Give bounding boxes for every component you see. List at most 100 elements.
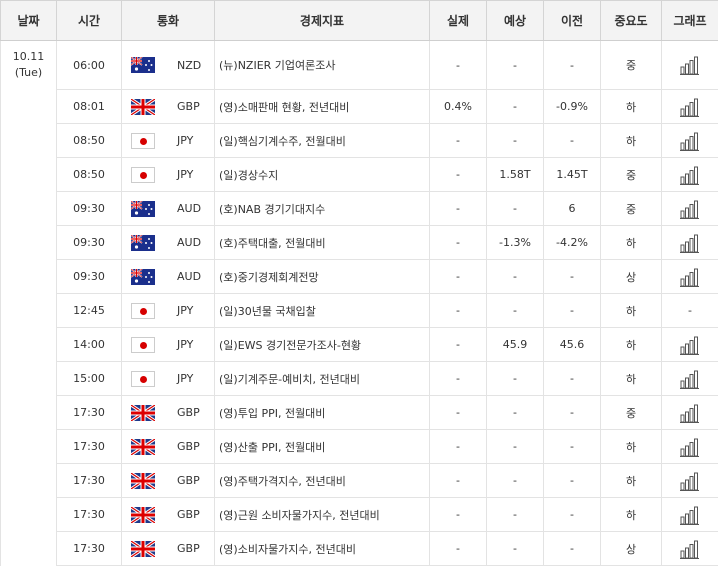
date-day: 10.11 [1,49,56,65]
table-row[interactable]: 09:30AUD(호)NAB 경기기대지수--6중 [1,192,718,226]
graph-cell[interactable] [662,192,718,226]
bar-chart-icon[interactable] [680,505,700,525]
uk-flag-icon [131,541,155,557]
table-row[interactable]: 15:00JPY(일)기계주문-예비치, 전년대비---하 [1,362,718,396]
table-row[interactable]: 09:30AUD(호)중기경제회계전망---상 [1,260,718,294]
col-header-importance[interactable]: 중요도 [601,1,662,41]
actual-cell: - [430,41,487,90]
previous-cell: - [544,498,601,532]
japan-flag-icon [131,337,155,353]
bar-chart-icon[interactable] [680,369,700,389]
actual-cell: - [430,260,487,294]
time-cell: 08:50 [57,124,122,158]
previous-cell: - [544,430,601,464]
indicator-cell[interactable]: (영)산출 PPI, 전월대비 [215,430,430,464]
currency-wrap: JPY [122,124,214,157]
uk-flag-icon [131,473,155,489]
importance-cell: 하 [601,124,662,158]
graph-cell[interactable] [662,498,718,532]
bar-chart-icon[interactable] [680,539,700,559]
graph-cell[interactable] [662,124,718,158]
japan-flag-icon [131,133,155,149]
importance-cell: 중 [601,396,662,430]
table-row[interactable]: 09:30AUD(호)주택대출, 전월대비--1.3%-4.2%하 [1,226,718,260]
currency-cell: JPY [122,328,215,362]
currency-cell: GBP [122,90,215,124]
indicator-cell[interactable]: (영)근원 소비자물가지수, 전년대비 [215,498,430,532]
graph-cell[interactable] [662,396,718,430]
bar-chart-icon[interactable] [680,471,700,491]
graph-cell[interactable] [662,464,718,498]
indicator-cell[interactable]: (뉴)NZIER 기업여론조사 [215,41,430,90]
bar-chart-icon[interactable] [680,165,700,185]
bar-chart-icon[interactable] [680,233,700,253]
indicator-cell[interactable]: (호)중기경제회계전망 [215,260,430,294]
table-row[interactable]: 08:50JPY(일)경상수지-1.58T1.45T중 [1,158,718,192]
table-row[interactable]: 17:30GBP(영)주택가격지수, 전년대비---하 [1,464,718,498]
actual-cell: - [430,124,487,158]
bar-chart-icon[interactable] [680,131,700,151]
importance-cell: 하 [601,464,662,498]
bar-chart-icon[interactable] [680,335,700,355]
time-cell: 08:01 [57,90,122,124]
bar-chart-icon[interactable] [680,55,700,75]
currency-wrap: JPY [122,328,214,361]
importance-cell: 중 [601,41,662,90]
indicator-cell[interactable]: (일)기계주문-예비치, 전년대비 [215,362,430,396]
indicator-cell[interactable]: (일)핵심기계수주, 전월대비 [215,124,430,158]
indicator-cell[interactable]: (일)EWS 경기전문가조사-현황 [215,328,430,362]
bar-chart-icon[interactable] [680,97,700,117]
bar-chart-icon[interactable] [680,403,700,423]
table-row[interactable]: 17:30GBP(영)소비자물가지수, 전년대비---상 [1,532,718,566]
bar-chart-icon[interactable] [680,437,700,457]
indicator-cell[interactable]: (호)주택대출, 전월대비 [215,226,430,260]
bar-chart-icon[interactable] [680,199,700,219]
graph-cell[interactable] [662,260,718,294]
graph-cell[interactable] [662,90,718,124]
table-row[interactable]: 08:50JPY(일)핵심기계수주, 전월대비---하 [1,124,718,158]
col-header-date[interactable]: 날짜 [1,1,57,41]
currency-code: AUD [177,202,201,215]
time-cell: 09:30 [57,226,122,260]
indicator-cell[interactable]: (영)소비자물가지수, 전년대비 [215,532,430,566]
graph-cell[interactable] [662,430,718,464]
currency-code: GBP [177,440,200,453]
graph-cell[interactable] [662,226,718,260]
table-row[interactable]: 17:30GBP(영)근원 소비자물가지수, 전년대비---하 [1,498,718,532]
indicator-cell[interactable]: (영)소매판매 현황, 전년대비 [215,90,430,124]
currency-code: JPY [177,134,193,147]
bar-chart-icon[interactable] [680,267,700,287]
japan-flag-icon [131,371,155,387]
importance-cell: 하 [601,362,662,396]
table-row[interactable]: 08:01GBP(영)소매판매 현황, 전년대비0.4%--0.9%하 [1,90,718,124]
indicator-cell[interactable]: (영)투입 PPI, 전월대비 [215,396,430,430]
graph-cell[interactable] [662,532,718,566]
graph-cell[interactable] [662,41,718,90]
indicator-cell[interactable]: (일)경상수지 [215,158,430,192]
importance-cell: 상 [601,260,662,294]
graph-cell[interactable] [662,328,718,362]
table-row[interactable]: 10.11(Tue)06:00NZD(뉴)NZIER 기업여론조사---중 [1,41,718,90]
indicator-cell[interactable]: (영)주택가격지수, 전년대비 [215,464,430,498]
table-row[interactable]: 17:30GBP(영)투입 PPI, 전월대비---중 [1,396,718,430]
forecast-cell: - [487,41,544,90]
currency-code: JPY [177,372,193,385]
indicator-cell[interactable]: (호)NAB 경기기대지수 [215,192,430,226]
time-cell: 15:00 [57,362,122,396]
table-row[interactable]: 17:30GBP(영)산출 PPI, 전월대비---하 [1,430,718,464]
indicator-cell[interactable]: (일)30년물 국채입찰 [215,294,430,328]
graph-cell[interactable] [662,362,718,396]
col-header-currency[interactable]: 통화 [122,1,215,41]
australia-flag-icon [131,57,155,73]
time-cell: 14:00 [57,328,122,362]
actual-cell: - [430,498,487,532]
previous-cell: - [544,260,601,294]
table-row[interactable]: 14:00JPY(일)EWS 경기전문가조사-현황-45.945.6하 [1,328,718,362]
forecast-cell: - [487,532,544,566]
table-row[interactable]: 12:45JPY(일)30년물 국채입찰---하- [1,294,718,328]
previous-cell: 1.45T [544,158,601,192]
col-header-indicator: 경제지표 [215,1,430,41]
graph-cell[interactable] [662,158,718,192]
forecast-cell: 1.58T [487,158,544,192]
previous-cell: -0.9% [544,90,601,124]
